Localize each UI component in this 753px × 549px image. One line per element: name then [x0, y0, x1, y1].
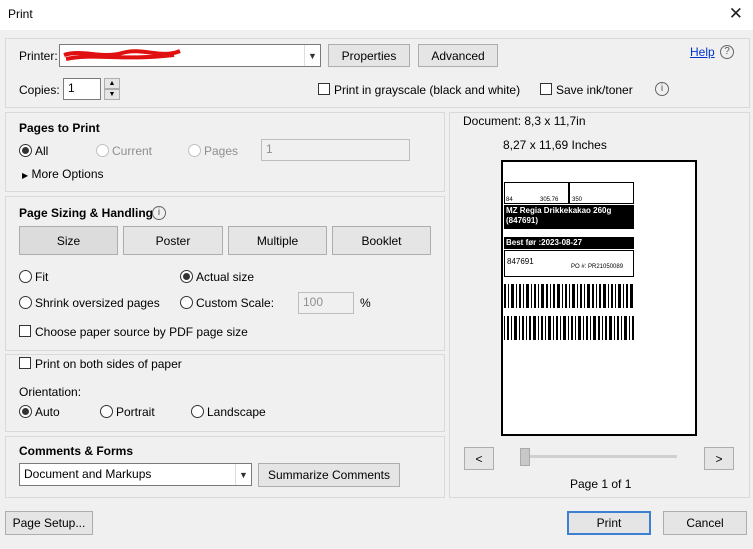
copies-up-button[interactable]: ▲	[104, 78, 120, 89]
more-options-toggle[interactable]: ▶ More Options	[22, 167, 104, 181]
paper-source-label: Choose paper source by PDF page size	[35, 325, 248, 339]
label-divider	[568, 182, 570, 204]
page-setup-button[interactable]: Page Setup...	[5, 511, 93, 535]
advanced-button[interactable]: Advanced	[418, 44, 498, 67]
pages-label: Pages	[204, 144, 239, 158]
label-small-1: 84	[506, 197, 513, 203]
label-number: 847691	[507, 257, 534, 266]
portrait-label: Portrait	[116, 405, 155, 419]
page-slider-thumb[interactable]	[520, 448, 530, 466]
cancel-button[interactable]: Cancel	[663, 511, 747, 535]
help-link[interactable]: Help	[690, 45, 715, 59]
chevron-down-icon: ▼	[304, 45, 320, 66]
label-po: PO #: PR21050089	[571, 264, 624, 270]
comments-select-value: Document and Markups	[24, 467, 152, 481]
sizing-info-icon[interactable]: i	[152, 206, 166, 220]
grayscale-checkbox[interactable]	[318, 83, 330, 95]
label-best-before: Best før :2023-08-27	[506, 238, 583, 247]
page-indicator: Page 1 of 1	[570, 477, 632, 491]
label-small-2: 305.76	[540, 197, 559, 203]
save-ink-label: Save ink/toner	[556, 83, 633, 97]
both-sides-label: Print on both sides of paper	[35, 357, 182, 371]
fit-radio[interactable]	[19, 270, 32, 283]
grayscale-label: Print in grayscale (black and white)	[334, 83, 521, 97]
landscape-radio[interactable]	[191, 405, 204, 418]
redacted-printer-name	[63, 49, 181, 61]
pages-range-input[interactable]: 1	[261, 139, 410, 161]
actual-size-label: Actual size	[196, 270, 255, 284]
properties-button[interactable]: Properties	[328, 44, 410, 67]
copies-label: Copies:	[19, 83, 60, 97]
comments-heading: Comments & Forms	[19, 444, 134, 458]
tab-multiple[interactable]: Multiple	[228, 226, 327, 255]
orientation-label: Orientation:	[19, 385, 82, 399]
more-options-label: More Options	[31, 167, 104, 181]
custom-scale-label: Custom Scale:	[196, 296, 275, 310]
current-radio[interactable]	[96, 144, 109, 157]
all-label: All	[35, 144, 49, 158]
print-button[interactable]: Print	[567, 511, 651, 535]
shrink-radio[interactable]	[19, 296, 32, 309]
copies-down-button[interactable]: ▼	[104, 89, 120, 100]
pages-to-print-heading: Pages to Print	[19, 121, 100, 135]
custom-scale-radio[interactable]	[180, 296, 193, 309]
printer-select[interactable]: ▼	[59, 44, 321, 67]
title-bar	[0, 0, 753, 30]
all-radio[interactable]	[19, 144, 32, 157]
info-icon[interactable]: i	[655, 82, 669, 96]
portrait-radio[interactable]	[100, 405, 113, 418]
actual-size-radio[interactable]	[180, 270, 193, 283]
prev-page-button[interactable]: <	[464, 447, 494, 470]
next-page-button[interactable]: >	[704, 447, 734, 470]
chevron-down-icon: ▼	[235, 464, 251, 485]
pages-radio[interactable]	[188, 144, 201, 157]
barcode-1	[504, 284, 633, 308]
help-icon[interactable]: ?	[720, 45, 734, 59]
save-ink-checkbox[interactable]	[540, 83, 552, 95]
window-title: Print	[8, 7, 33, 21]
paper-source-checkbox[interactable]	[19, 325, 31, 337]
tab-booklet[interactable]: Booklet	[332, 226, 431, 255]
page-slider-track[interactable]	[520, 455, 677, 458]
fit-label: Fit	[35, 270, 49, 284]
shrink-label: Shrink oversized pages	[35, 296, 160, 310]
triangle-right-icon: ▶	[22, 171, 29, 180]
comments-select[interactable]: Document and Markups ▼	[19, 463, 252, 486]
close-icon[interactable]: ✕	[729, 4, 743, 24]
page-sizing-heading: Page Sizing & Handling	[19, 206, 154, 220]
both-sides-checkbox[interactable]	[19, 357, 31, 369]
auto-label: Auto	[35, 405, 60, 419]
copies-input[interactable]: 1	[63, 78, 101, 100]
current-label: Current	[112, 144, 153, 158]
tab-poster[interactable]: Poster	[123, 226, 223, 255]
summarize-comments-button[interactable]: Summarize Comments	[258, 463, 400, 487]
page-size-label: 8,27 x 11,69 Inches	[503, 138, 607, 152]
landscape-label: Landscape	[207, 405, 266, 419]
printer-label: Printer:	[19, 49, 58, 63]
auto-radio[interactable]	[19, 405, 32, 418]
barcode-2	[504, 316, 634, 340]
tab-size[interactable]: Size	[19, 226, 118, 255]
label-product: MZ Regia Drikkekakao 260g (847691)	[506, 206, 612, 225]
label-small-3: 350	[572, 197, 583, 203]
document-size-label: Document: 8,3 x 11,7in	[463, 114, 586, 128]
custom-scale-input[interactable]: 100	[298, 292, 354, 314]
percent-label: %	[360, 296, 371, 310]
